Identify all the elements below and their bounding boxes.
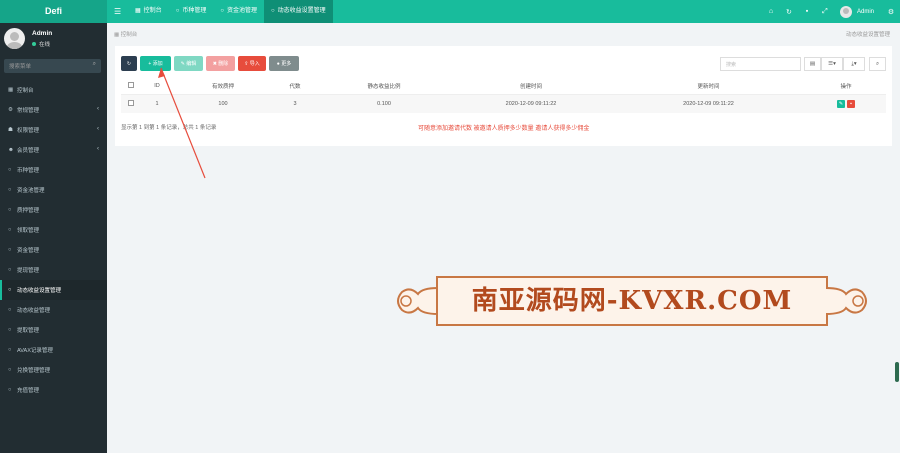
annotation-arrow-icon [158, 67, 206, 179]
scroll-indicator[interactable] [895, 362, 899, 382]
watermark-banner: 南亚源码网-KVXR.COM [392, 276, 872, 326]
ornament-right-icon [826, 287, 867, 315]
watermark-text: 南亚源码网-KVXR.COM [471, 286, 793, 316]
ornament-left-icon [397, 287, 438, 315]
